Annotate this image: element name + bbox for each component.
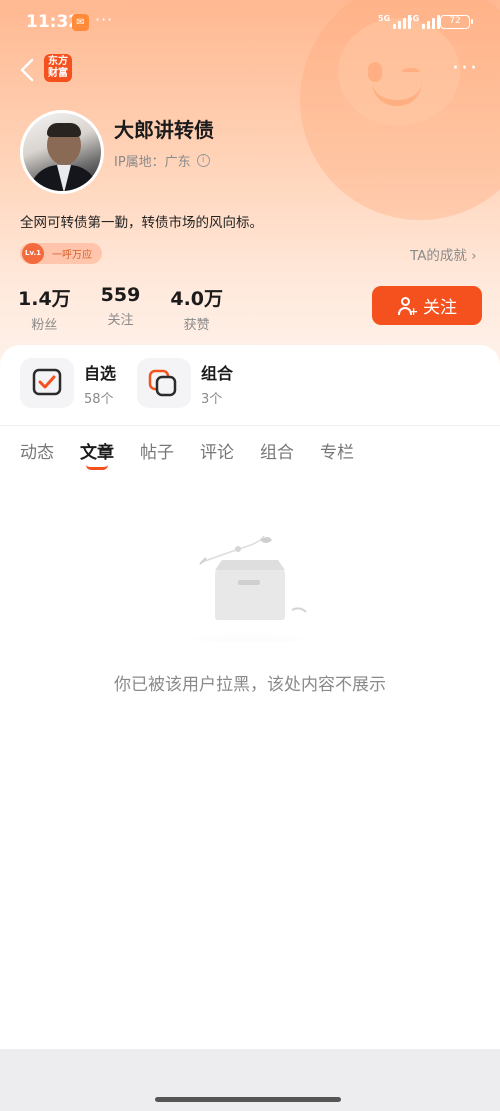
level-badge[interactable]: Lv.1 一呼万应 (20, 243, 102, 264)
profile-bio: 全网可转债第一勤，转债市场的风向标。 (20, 215, 263, 231)
tab-articles[interactable]: 文章 (80, 438, 114, 470)
app-logo: 东方 财富 (44, 54, 72, 82)
add-user-icon: + (397, 296, 418, 317)
watchlist-check-icon (20, 358, 74, 408)
tab-dynamics[interactable]: 动态 (20, 438, 54, 463)
follow-button[interactable]: + 关注 (372, 286, 482, 325)
profile-stats: 1.4万 粉丝 559 关注 4.0万 获赞 (18, 284, 253, 333)
tab-comments[interactable]: 评论 (200, 438, 234, 463)
signal-icon: 5G (407, 14, 441, 29)
avatar[interactable] (20, 110, 104, 194)
ip-location: IP属地：广东 i (114, 151, 210, 170)
battery-icon: 72 (440, 15, 473, 29)
content-tabs: 动态 文章 帖子 评论 组合 专栏 (20, 438, 354, 470)
notification-app-icon: ✉ (72, 14, 89, 31)
status-bar: 11:32 ✉ ··· 5G 5G 72 (0, 0, 500, 44)
portfolio-entry[interactable]: 组合 3个 (137, 358, 233, 408)
back-arrow-icon[interactable] (16, 56, 40, 84)
empty-state-message: 你已被该用户拉黑，该处内容不展示 (114, 675, 386, 695)
empty-box-icon (162, 535, 338, 642)
level-icon: Lv.1 (22, 243, 44, 264)
home-indicator[interactable] (155, 1097, 341, 1102)
stat-following[interactable]: 559 关注 (101, 284, 141, 333)
stat-likes[interactable]: 4.0万 获赞 (170, 284, 223, 333)
tab-posts[interactable]: 帖子 (140, 438, 174, 463)
info-icon[interactable]: i (196, 154, 210, 167)
notification-more-icon: ··· (95, 10, 114, 29)
watchlist-entry[interactable]: 自选 58个 (20, 358, 116, 408)
section-divider (0, 425, 500, 426)
tab-columns[interactable]: 专栏 (320, 438, 354, 463)
stat-fans[interactable]: 1.4万 粉丝 (18, 284, 71, 333)
achievements-link[interactable]: TA的成就 › (410, 244, 477, 264)
active-tab-indicator (86, 465, 108, 470)
tab-portfolios[interactable]: 组合 (260, 438, 294, 463)
level-title: 一呼万应 (52, 250, 92, 261)
portfolio-icon (137, 358, 191, 408)
profile-name: 大郎讲转债 (114, 118, 214, 142)
more-options-icon[interactable]: ··· (452, 56, 479, 81)
